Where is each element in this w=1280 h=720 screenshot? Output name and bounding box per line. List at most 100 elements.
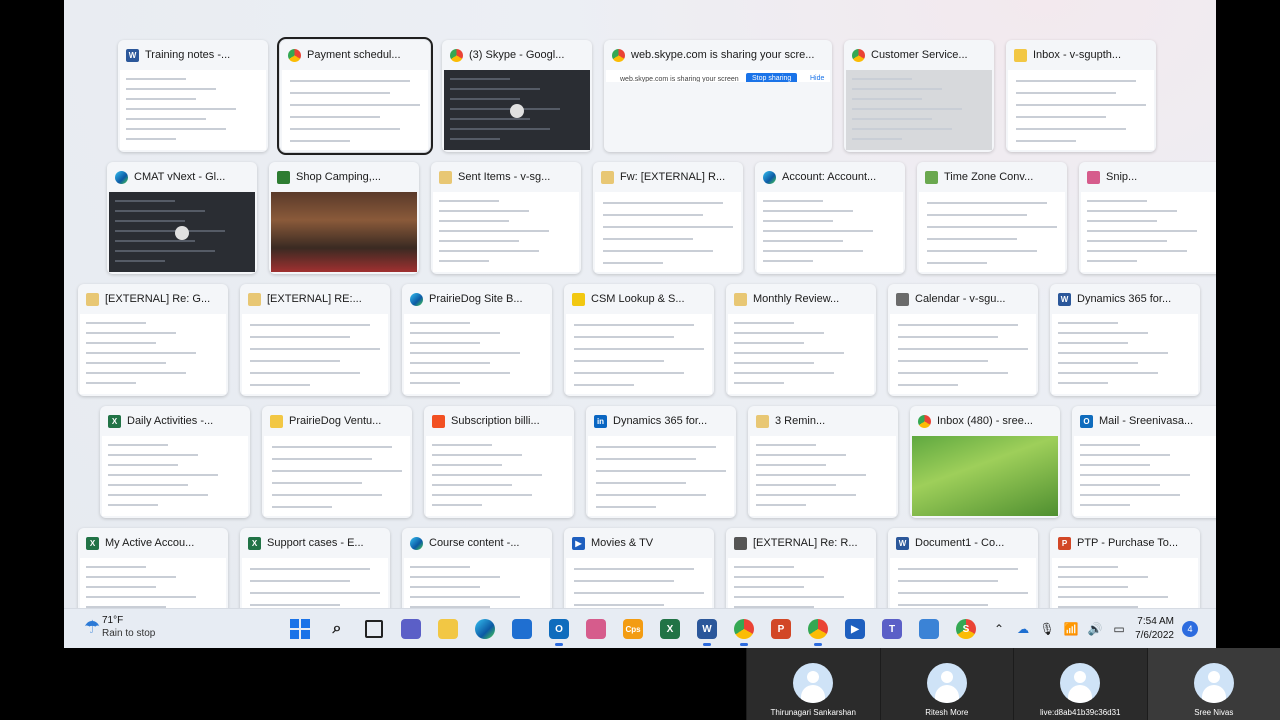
window-thumbnail[interactable]: [EXTERNAL] Re: G... (78, 284, 228, 396)
mail-icon (734, 292, 747, 306)
taskbar-word-button[interactable]: W (693, 615, 721, 646)
taskbar-cps-button[interactable]: Cps (619, 615, 647, 643)
preview-line (432, 454, 522, 456)
window-preview (282, 70, 428, 150)
window-preview (426, 436, 572, 516)
window-thumbnail[interactable]: (3) Skype - Googl... (442, 40, 592, 152)
window-thumbnail[interactable]: Monthly Review... (726, 284, 876, 396)
hide-button[interactable]: Hide (806, 73, 828, 82)
taskbar-outlook-button[interactable]: O (545, 615, 573, 646)
taskbar-powerpoint-button[interactable]: P (767, 615, 795, 643)
preview-line (898, 372, 1008, 374)
window-title-bar: CMAT vNext - Gl... (107, 162, 257, 192)
window-thumbnail[interactable]: O Mail - Sreenivasa... (1072, 406, 1216, 518)
onedrive-icon[interactable]: ☁ (1015, 621, 1031, 637)
volume-icon[interactable]: 🔊 (1087, 621, 1103, 637)
taskbar-search-button[interactable]: ⌕ (323, 615, 351, 643)
window-thumbnail[interactable]: Shop Camping,... (269, 162, 419, 274)
battery-icon[interactable]: ▭ (1111, 621, 1127, 637)
window-preview (80, 314, 226, 394)
preview-line (756, 444, 816, 446)
taskbar-snipping-tool-button[interactable] (582, 615, 610, 643)
window-thumbnail[interactable]: PrairieDog Ventu... (262, 406, 412, 518)
taskbar-notepad-button[interactable] (915, 615, 943, 643)
clock[interactable]: 7:54 AM 7/6/2022 (1135, 615, 1174, 643)
window-thumbnail[interactable]: X Daily Activities -... (100, 406, 250, 518)
microphone-icon[interactable]: 🎙 (1039, 621, 1055, 637)
participant-tile[interactable]: Thirunagari Sankarshan (746, 648, 880, 720)
taskbar-chrome-profile-button[interactable]: S (952, 615, 980, 643)
window-thumbnail[interactable]: Time Zone Conv... (917, 162, 1067, 274)
taskbar: ☂ 71°F Rain to stop ⌕ O Cps X W P ▶ T S ⌃ ☁ 🎙 📶 … (64, 608, 1216, 648)
weather-condition: Rain to stop (102, 628, 156, 639)
taskbar-task-view-button[interactable] (360, 615, 388, 643)
window-thumbnail[interactable]: Customer Service... (844, 40, 994, 152)
avatar-icon (1060, 663, 1101, 703)
window-thumbnail[interactable]: Inbox (480) - sree... (910, 406, 1060, 518)
edge-icon (410, 292, 423, 306)
window-thumbnail[interactable]: CMAT vNext - Gl... (107, 162, 257, 274)
preview-line (852, 98, 922, 100)
preview-line (439, 240, 519, 242)
preview-line (126, 108, 236, 110)
window-title-bar: Subscription billi... (424, 406, 574, 436)
taskbar-chrome-button[interactable] (730, 615, 758, 646)
window-title-bar: web.skype.com is sharing your scre... (604, 40, 832, 70)
preview-line (1058, 596, 1168, 598)
window-title-bar: W Document1 - Co... (888, 528, 1038, 558)
participant-name: Sree Nivas (1194, 708, 1234, 717)
date-text: 7/6/2022 (1135, 630, 1174, 641)
window-thumbnail[interactable]: Inbox - v-sgupth... (1006, 40, 1156, 152)
window-thumbnail[interactable]: PrairieDog Site B... (402, 284, 552, 396)
window-thumbnail[interactable]: Payment schedul... (277, 37, 433, 155)
taskbar-excel-button[interactable]: X (656, 615, 684, 643)
window-thumbnail[interactable]: Calendar - v-sgu... (888, 284, 1038, 396)
taskbar-start-button[interactable] (286, 615, 314, 643)
window-title: Subscription billi... (451, 415, 540, 427)
taskbar-file-explorer-button[interactable] (434, 615, 462, 643)
notepad-icon (919, 619, 939, 639)
preview-line (290, 116, 380, 118)
chevron-up-icon[interactable]: ⌃ (991, 621, 1007, 637)
taskbar-teams-button[interactable]: T (878, 615, 906, 643)
window-thumbnail[interactable]: web.skype.com is sharing your scre... web… (604, 40, 832, 152)
participant-tile[interactable]: Ritesh More (879, 648, 1013, 720)
window-preview (595, 192, 741, 272)
taskbar-chrome-button[interactable] (804, 615, 832, 646)
window-thumbnail[interactable]: [EXTERNAL] RE:... (240, 284, 390, 396)
excel-icon: X (248, 536, 261, 550)
taskbar-edge-button[interactable] (471, 615, 499, 643)
window-title-bar: in Dynamics 365 for... (586, 406, 736, 436)
window-title-bar: Fw: [EXTERNAL] R... (593, 162, 743, 192)
weather-widget[interactable]: ☂ 71°F Rain to stop (84, 615, 155, 639)
wifi-icon[interactable]: 📶 (1063, 621, 1079, 637)
preview-line (439, 220, 509, 222)
window-title: 3 Remin... (775, 415, 826, 427)
preview-line (1080, 494, 1180, 496)
taskbar-store-button[interactable] (508, 615, 536, 643)
participant-tile[interactable]: live:d8ab41b39c36d31 (1013, 648, 1147, 720)
window-thumbnail[interactable]: in Dynamics 365 for... (586, 406, 736, 518)
window-thumbnail[interactable]: CSM Lookup & S... (564, 284, 714, 396)
participant-tile[interactable]: Sree Nivas (1146, 648, 1280, 720)
window-thumbnail[interactable]: 3 Remin... (748, 406, 898, 518)
window-thumbnail[interactable]: W Training notes -... (118, 40, 268, 152)
taskbar-movies-button[interactable]: ▶ (841, 615, 869, 643)
window-thumbnail[interactable]: Snip... (1079, 162, 1216, 274)
chrome-icon (612, 48, 625, 62)
preview-line (86, 596, 196, 598)
window-thumbnail[interactable]: W Dynamics 365 for... (1050, 284, 1200, 396)
preview-line (927, 202, 1047, 204)
preview-line (574, 348, 704, 350)
window-thumbnail[interactable]: Fw: [EXTERNAL] R... (593, 162, 743, 274)
window-thumbnail[interactable]: Sent Items - v-sg... (431, 162, 581, 274)
window-thumbnail[interactable]: Account: Account... (755, 162, 905, 274)
taskbar-teams-chat-button[interactable] (397, 615, 425, 643)
stop-sharing-button[interactable]: Stop sharing (746, 73, 798, 82)
notification-badge[interactable]: 4 (1182, 621, 1198, 637)
preview-line (596, 494, 706, 496)
preview-line (1080, 444, 1140, 446)
word-icon: W (896, 536, 909, 550)
preview-line (756, 484, 836, 486)
preview-line (432, 444, 492, 446)
